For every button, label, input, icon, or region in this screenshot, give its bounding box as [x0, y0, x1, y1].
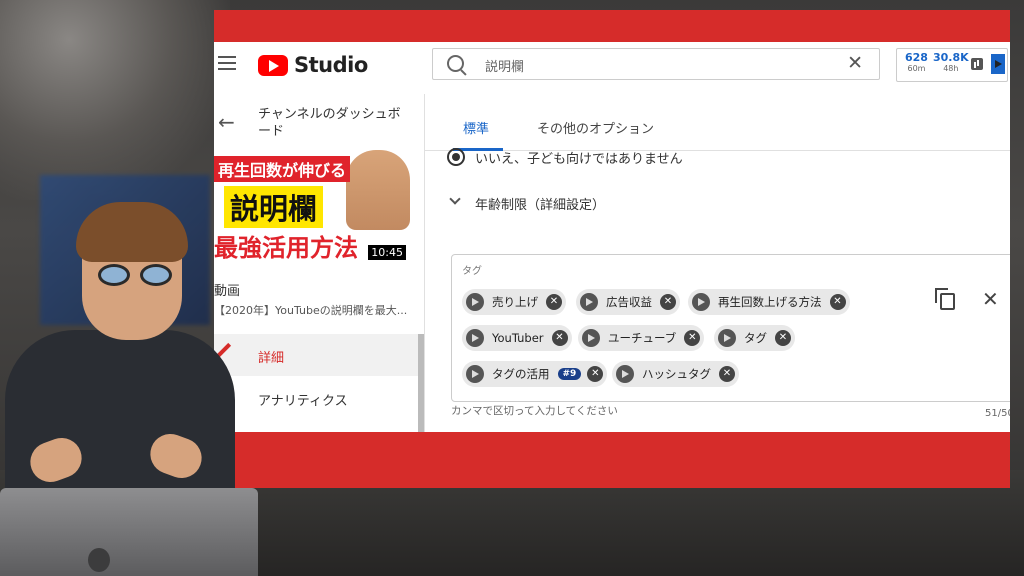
- stat-60m: 628 60m: [905, 51, 928, 73]
- realtime-stats[interactable]: 628 60m 30.8K 48h: [896, 48, 1008, 82]
- tag-play-icon: [692, 293, 710, 311]
- thumbnail-text-1: 再生回数が伸びる: [214, 156, 351, 182]
- tag-chip[interactable]: タグの活用 #9 ✕: [462, 361, 608, 387]
- tag-chip[interactable]: ハッシュタグ ✕: [612, 361, 739, 387]
- tag-play-icon: [616, 365, 634, 383]
- stat-48h: 30.8K 48h: [933, 51, 969, 73]
- hamburger-menu-icon[interactable]: [218, 56, 236, 70]
- age-restriction-toggle[interactable]: 年齢制限（詳細設定）: [475, 194, 605, 213]
- tag-chip[interactable]: 広告収益 ✕: [576, 289, 680, 315]
- tag-chip[interactable]: ユーチューブ ✕: [578, 325, 705, 351]
- hashtag-badge: #9: [557, 368, 582, 380]
- tag-play-icon: [466, 293, 484, 311]
- remove-tag-icon[interactable]: ✕: [719, 366, 735, 382]
- search-input[interactable]: [483, 55, 807, 75]
- background-light: [0, 0, 230, 200]
- sidebar-scrollbar[interactable]: [418, 334, 424, 432]
- remove-tag-icon[interactable]: ✕: [546, 294, 562, 310]
- remove-tag-icon[interactable]: ✕: [551, 330, 568, 346]
- presenter-hair: [76, 202, 188, 262]
- tag-play-icon: [466, 365, 484, 383]
- youtube-play-icon: [258, 54, 288, 76]
- tag-text: ユーチューブ: [608, 331, 677, 345]
- tag-play-icon: [582, 329, 600, 347]
- youtube-studio-logo[interactable]: Studio: [258, 53, 368, 77]
- tab-standard[interactable]: 標準: [463, 118, 489, 137]
- search-box[interactable]: ✕: [432, 48, 880, 80]
- stat-value: 628: [905, 51, 928, 64]
- tag-text: 広告収益: [606, 295, 652, 309]
- bar-chart-icon: [971, 58, 983, 70]
- not-for-kids-radio[interactable]: [447, 148, 465, 166]
- sunglasses: [98, 264, 174, 288]
- back-arrow-icon[interactable]: ←: [218, 110, 235, 134]
- video-thumbnail[interactable]: 再生回数が伸びる 説明欄 最強活用方法 10:45: [214, 150, 410, 266]
- presenter: [0, 200, 240, 500]
- remove-tag-icon[interactable]: ✕: [775, 330, 791, 346]
- search-icon: [447, 55, 464, 72]
- remove-tag-icon[interactable]: ✕: [829, 294, 846, 310]
- tag-text: YouTuber: [492, 331, 544, 345]
- tag-chip[interactable]: YouTuber ✕: [462, 325, 572, 351]
- tag-chip[interactable]: 売り上げ ✕: [462, 289, 566, 315]
- details-panel: 標準 その他のオプション いいえ、子ども向けではありません 年齢制限（詳細設定）…: [425, 94, 1010, 432]
- tag-play-icon: [466, 329, 484, 347]
- tags-label: タグ: [462, 266, 482, 277]
- tag-text: タグの活用: [492, 367, 550, 381]
- channel-dashboard-link[interactable]: チャンネルのダッシュボード: [258, 106, 408, 140]
- stat-value: 30.8K: [933, 51, 969, 64]
- laptop: [0, 488, 258, 576]
- remove-tag-icon[interactable]: ✕: [660, 294, 676, 310]
- clear-search-icon[interactable]: ✕: [847, 52, 863, 74]
- tags-field[interactable]: タグ 売り上げ ✕ 広告収益 ✕ 再生回数上げる方法 ✕ YouTuber ✕: [451, 254, 1010, 402]
- studio-screen: Studio ✕ 628 60m 30.8K 48h ← チャンネルのダッシュボ…: [214, 42, 1010, 432]
- clear-tags-icon[interactable]: ✕: [982, 287, 999, 311]
- sidebar-item-analytics[interactable]: アナリティクス: [258, 390, 348, 409]
- stat-label: 60m: [907, 64, 926, 73]
- remove-tag-icon[interactable]: ✕: [587, 366, 604, 382]
- tag-play-icon: [580, 293, 598, 311]
- logo-text: Studio: [294, 53, 368, 77]
- tag-text: タグ: [744, 331, 767, 345]
- tab-bar: 標準 その他のオプション: [425, 94, 1010, 151]
- sidebar: ← チャンネルのダッシュボード 再生回数が伸びる 説明欄 最強活用方法 10:4…: [214, 94, 425, 432]
- tab-other-options[interactable]: その他のオプション: [537, 118, 654, 137]
- tag-text: ハッシュタグ: [642, 367, 711, 381]
- tags-hint: カンマで区切って入力してください: [451, 405, 618, 417]
- sidebar-item-details[interactable]: 詳細: [214, 334, 418, 376]
- tag-text: 再生回数上げる方法: [718, 295, 822, 309]
- radio-label: いいえ、子ども向けではありません: [475, 152, 683, 167]
- video-duration: 10:45: [368, 245, 406, 260]
- apple-logo-icon: [88, 548, 110, 572]
- video-title: 【2020年】YouTubeの説明欄を最大...: [214, 304, 408, 317]
- expand-arrow-icon[interactable]: [991, 54, 1005, 74]
- tag-text: 売り上げ: [492, 295, 538, 309]
- stat-label: 48h: [943, 64, 959, 73]
- tag-chip[interactable]: タグ ✕: [714, 325, 795, 351]
- studio-header: Studio ✕ 628 60m 30.8K 48h: [214, 42, 1010, 95]
- copy-icon[interactable]: [935, 288, 955, 310]
- tag-play-icon: [718, 329, 736, 347]
- tag-chip[interactable]: 再生回数上げる方法 ✕: [688, 289, 850, 315]
- tags-character-count: 51/50: [985, 408, 1010, 419]
- thumbnail-person: [346, 150, 410, 230]
- sidebar-item-label: 詳細: [258, 351, 285, 366]
- remove-tag-icon[interactable]: ✕: [684, 330, 701, 346]
- chevron-down-icon[interactable]: [449, 193, 461, 205]
